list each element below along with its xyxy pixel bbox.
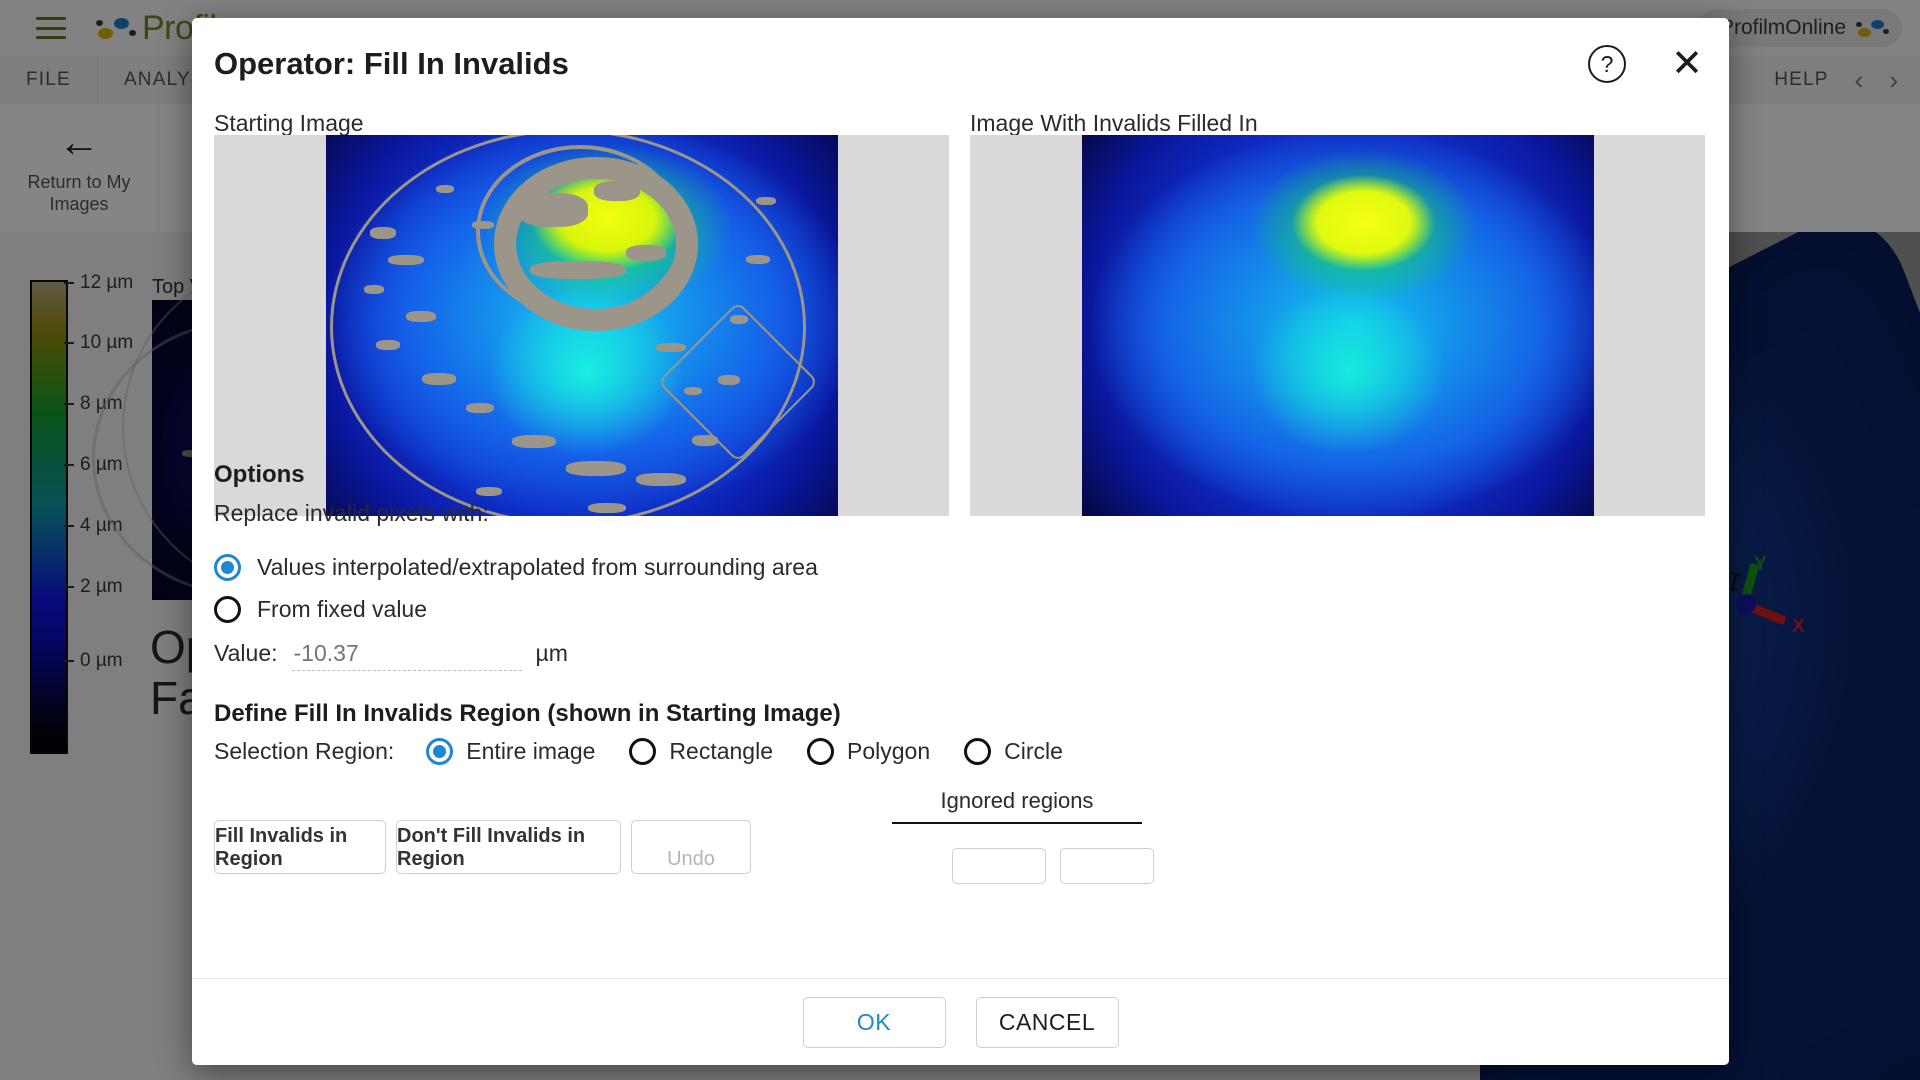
options-heading: Options — [214, 461, 305, 488]
dialog-footer: OK CANCEL — [192, 978, 1729, 1065]
radio-interpolated-indicator — [214, 554, 241, 581]
region-polygon-label: Polygon — [847, 738, 931, 764]
region-rectangle-indicator — [629, 738, 657, 765]
radio-fixed-value-indicator — [214, 596, 241, 623]
region-option-circle[interactable]: Circle — [964, 738, 1063, 765]
cancel-button[interactable]: CANCEL — [975, 996, 1119, 1048]
fill-in-invalids-dialog: Operator: Fill In Invalids ? ✕ Starting … — [192, 18, 1729, 1065]
fill-invalids-in-region-button[interactable]: Fill Invalids in Region — [214, 820, 386, 874]
starting-image-label: Starting Image — [214, 110, 364, 136]
filled-image-label: Image With Invalids Filled In — [970, 110, 1258, 136]
replace-prompt: Replace invalid pixels with: — [214, 500, 489, 526]
ignored-region-button-b[interactable] — [1060, 848, 1154, 884]
ignored-region-button-a[interactable] — [952, 848, 1046, 884]
region-option-polygon[interactable]: Polygon — [807, 738, 930, 765]
dialog-title-actions: ? ✕ — [1587, 44, 1707, 84]
radio-interpolated[interactable]: Values interpolated/extrapolated from su… — [214, 554, 818, 581]
ignored-regions-label: Ignored regions — [940, 788, 1094, 813]
filled-image-canvas — [1081, 135, 1594, 516]
region-polygon-indicator — [807, 738, 834, 765]
region-circle-label: Circle — [1004, 738, 1063, 764]
selection-region-label: Selection Region: — [214, 738, 395, 764]
value-input[interactable] — [291, 640, 522, 671]
dialog-title: Operator: Fill In Invalids — [214, 46, 569, 81]
ignored-regions-group: Ignored regions — [892, 788, 1142, 824]
region-heading: Define Fill In Invalids Region (shown in… — [214, 700, 841, 727]
selection-region-row: Selection Region: Entire image Rectangle… — [214, 738, 1083, 765]
close-button[interactable]: ✕ — [1667, 44, 1707, 84]
radio-fixed-value-label: From fixed value — [257, 596, 428, 622]
region-entire-image-label: Entire image — [466, 738, 596, 764]
starting-image-preview[interactable] — [214, 135, 949, 516]
help-button[interactable]: ? — [1587, 44, 1627, 84]
radio-fixed-value[interactable]: From fixed value — [214, 596, 427, 623]
value-unit: µm — [535, 640, 568, 666]
ok-button[interactable]: OK — [802, 996, 946, 1048]
value-label: Value: — [214, 640, 278, 666]
close-x-icon: ✕ — [1671, 43, 1703, 85]
ignored-regions-actions — [952, 848, 1154, 884]
region-circle-indicator — [964, 738, 992, 765]
undo-region-button[interactable]: Undo — [631, 820, 751, 874]
region-entire-image-indicator — [426, 738, 454, 765]
starting-image-canvas — [325, 135, 838, 516]
region-rectangle-label: Rectangle — [669, 738, 773, 764]
fixed-value-row: Value: µm — [214, 640, 568, 671]
filled-image-preview[interactable] — [970, 135, 1705, 516]
region-option-entire-image[interactable]: Entire image — [426, 738, 595, 765]
help-circle-icon: ? — [1588, 45, 1626, 83]
dont-fill-invalids-in-region-button[interactable]: Don't Fill Invalids in Region — [396, 820, 621, 874]
radio-interpolated-label: Values interpolated/extrapolated from su… — [257, 554, 818, 580]
ignored-regions-divider — [892, 822, 1142, 824]
region-option-rectangle[interactable]: Rectangle — [629, 738, 773, 765]
